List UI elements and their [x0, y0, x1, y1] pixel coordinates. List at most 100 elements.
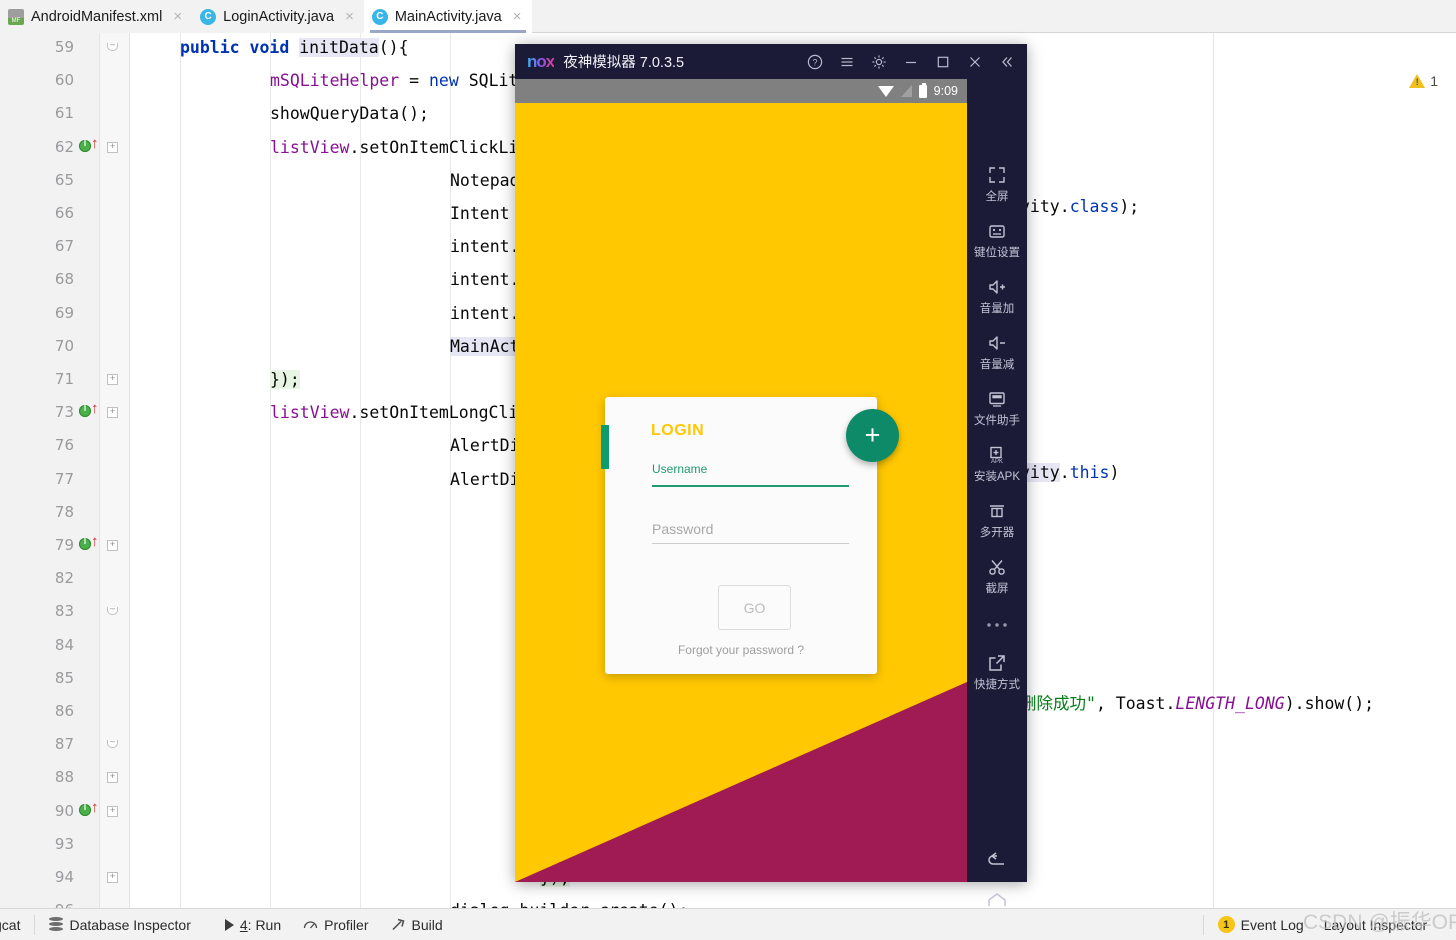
sidebar-item-file-assistant[interactable]: 文件助手 [967, 389, 1027, 428]
add-fab-button[interactable]: + [846, 409, 899, 462]
line-number: 60 [54, 71, 74, 90]
close-icon[interactable]: × [345, 8, 354, 25]
gutter-run-marker[interactable] [79, 537, 91, 550]
maximize-icon[interactable] [927, 44, 959, 79]
minimize-icon[interactable] [895, 44, 927, 79]
close-icon[interactable] [959, 44, 991, 79]
fold-collapse-icon[interactable] [107, 740, 118, 749]
battery-icon [918, 82, 927, 98]
status-run[interactable]: 4: Run [224, 916, 282, 933]
gutter-run-marker[interactable] [79, 404, 91, 418]
sidebar-item-fullscreen[interactable]: 全屏 [967, 165, 1027, 204]
collapse-sidebar-icon[interactable] [991, 44, 1023, 79]
profiler-icon [303, 918, 318, 932]
multi-instance-icon [987, 501, 1007, 521]
line-number: 59 [54, 38, 74, 56]
line-number: 82 [54, 569, 74, 588]
code-text: vity.class); [1020, 197, 1140, 216]
volume-up-icon [986, 277, 1008, 297]
status-database-inspector[interactable]: Database Inspector [49, 917, 191, 933]
gutter-run-marker[interactable] [79, 139, 91, 152]
line-number: 96 [0, 894, 74, 908]
sidebar-item-install-apk[interactable]: APK 安装APK [967, 445, 1027, 484]
gear-icon[interactable] [863, 44, 895, 79]
close-icon[interactable]: × [513, 8, 522, 25]
forgot-password-link[interactable]: Forgot your password ? [605, 643, 877, 657]
tab-mainactivity-java[interactable]: C MainActivity.java × [363, 0, 532, 33]
android-status-bar: 9:09 [515, 79, 967, 103]
status-build[interactable]: Build [391, 917, 443, 933]
status-layout-inspector[interactable]: Layout Inspector [1324, 917, 1428, 933]
password-input[interactable]: Password [652, 521, 849, 537]
password-placeholder: Password [652, 521, 714, 537]
svg-text:APK: APK [991, 459, 1003, 465]
status-label: 4: Run [239, 916, 282, 933]
file-assistant-icon [987, 389, 1007, 409]
line-number: 66 [54, 204, 74, 222]
sidebar-item-label: 截屏 [985, 583, 1009, 595]
decorative-corner-shape [515, 682, 967, 882]
sidebar-item-more[interactable] [967, 615, 1027, 635]
status-label: Profiler [324, 916, 369, 933]
card-accent-bar [601, 425, 609, 469]
line-number: 88 [54, 768, 74, 787]
nox-emulator-window[interactable]: nox 夜神模拟器 7.0.3.5 ? 9:09 LOGIN Username … [515, 44, 1027, 940]
svg-text:?: ? [812, 57, 817, 67]
status-clock: 9:09 [933, 84, 958, 98]
line-number: 79 [54, 536, 74, 554]
line-number: 65 [54, 170, 74, 189]
line-number: 71 [54, 370, 74, 388]
line-number: 62 [54, 137, 74, 156]
event-log-badge: 1 [1217, 916, 1235, 933]
sidebar-item-volume-down[interactable]: 音量减 [967, 333, 1027, 372]
fold-collapse-icon[interactable] [107, 43, 118, 51]
signal-icon [900, 85, 912, 97]
status-logcat[interactable]: gcat [0, 917, 20, 933]
sidebar-item-shortcut[interactable]: 快捷方式 [967, 653, 1027, 692]
code-text: }); [270, 370, 300, 389]
sidebar-item-screenshot[interactable]: 截屏 [967, 557, 1027, 596]
fold-expand-icon[interactable] [107, 407, 118, 419]
sidebar-item-label: 音量加 [979, 303, 1015, 315]
help-icon[interactable]: ? [799, 44, 831, 79]
sidebar-item-multi-instance[interactable]: 多开器 [967, 501, 1027, 540]
sidebar-item-label: 音量减 [979, 359, 1015, 371]
menu-icon[interactable] [831, 44, 863, 79]
code-text: vity.this) [1020, 463, 1120, 482]
status-event-log[interactable]: 1 Event Log [1217, 916, 1304, 933]
ide-status-bar: gcat Database Inspector 4: Run Profiler … [0, 908, 1456, 940]
line-number: 86 [54, 702, 74, 720]
gutter-run-marker[interactable] [79, 803, 91, 816]
tab-androidmanifest-xml[interactable]: AndroidManifest.xml × [0, 0, 193, 33]
fold-expand-icon[interactable] [107, 141, 118, 153]
line-number: 87 [54, 735, 74, 754]
inspection-warning-badge[interactable]: 1 [1409, 73, 1438, 89]
fold-expand-icon[interactable] [107, 772, 118, 784]
code-line: 96 dialog=builder.create(); [0, 894, 1456, 908]
tab-loginactivity-java[interactable]: C LoginActivity.java × [192, 0, 364, 33]
sidebar-item-volume-up[interactable]: 音量加 [967, 277, 1027, 316]
fold-expand-icon[interactable] [107, 540, 118, 551]
sidebar-item-keymap[interactable]: 键位设置 [967, 221, 1027, 260]
username-input[interactable]: Username [652, 462, 849, 476]
nox-logo: nox [527, 51, 555, 71]
line-number: 76 [54, 436, 74, 455]
sidebar-item-label: 文件助手 [974, 415, 1020, 427]
fold-expand-icon[interactable] [107, 805, 118, 817]
sidebar-item-label: 多开器 [979, 527, 1015, 539]
close-icon[interactable]: × [173, 8, 182, 25]
status-profiler[interactable]: Profiler [303, 916, 369, 933]
tab-label: MainActivity.java [394, 8, 502, 25]
more-icon [984, 615, 1010, 635]
line-number: 78 [54, 502, 74, 521]
android-screen[interactable]: 9:09 LOGIN Username Password GO Forgot y… [515, 79, 967, 882]
username-label: Username [652, 462, 708, 476]
fold-expand-icon[interactable] [107, 872, 118, 883]
fold-expand-icon[interactable] [107, 374, 118, 385]
android-back-button[interactable] [967, 843, 1027, 877]
go-button[interactable]: GO [718, 585, 791, 630]
nox-title-bar[interactable]: nox 夜神模拟器 7.0.3.5 ? [515, 44, 1027, 79]
status-label: Event Log [1240, 916, 1304, 933]
line-number: 90 [54, 801, 74, 820]
fold-collapse-icon[interactable] [107, 607, 118, 616]
